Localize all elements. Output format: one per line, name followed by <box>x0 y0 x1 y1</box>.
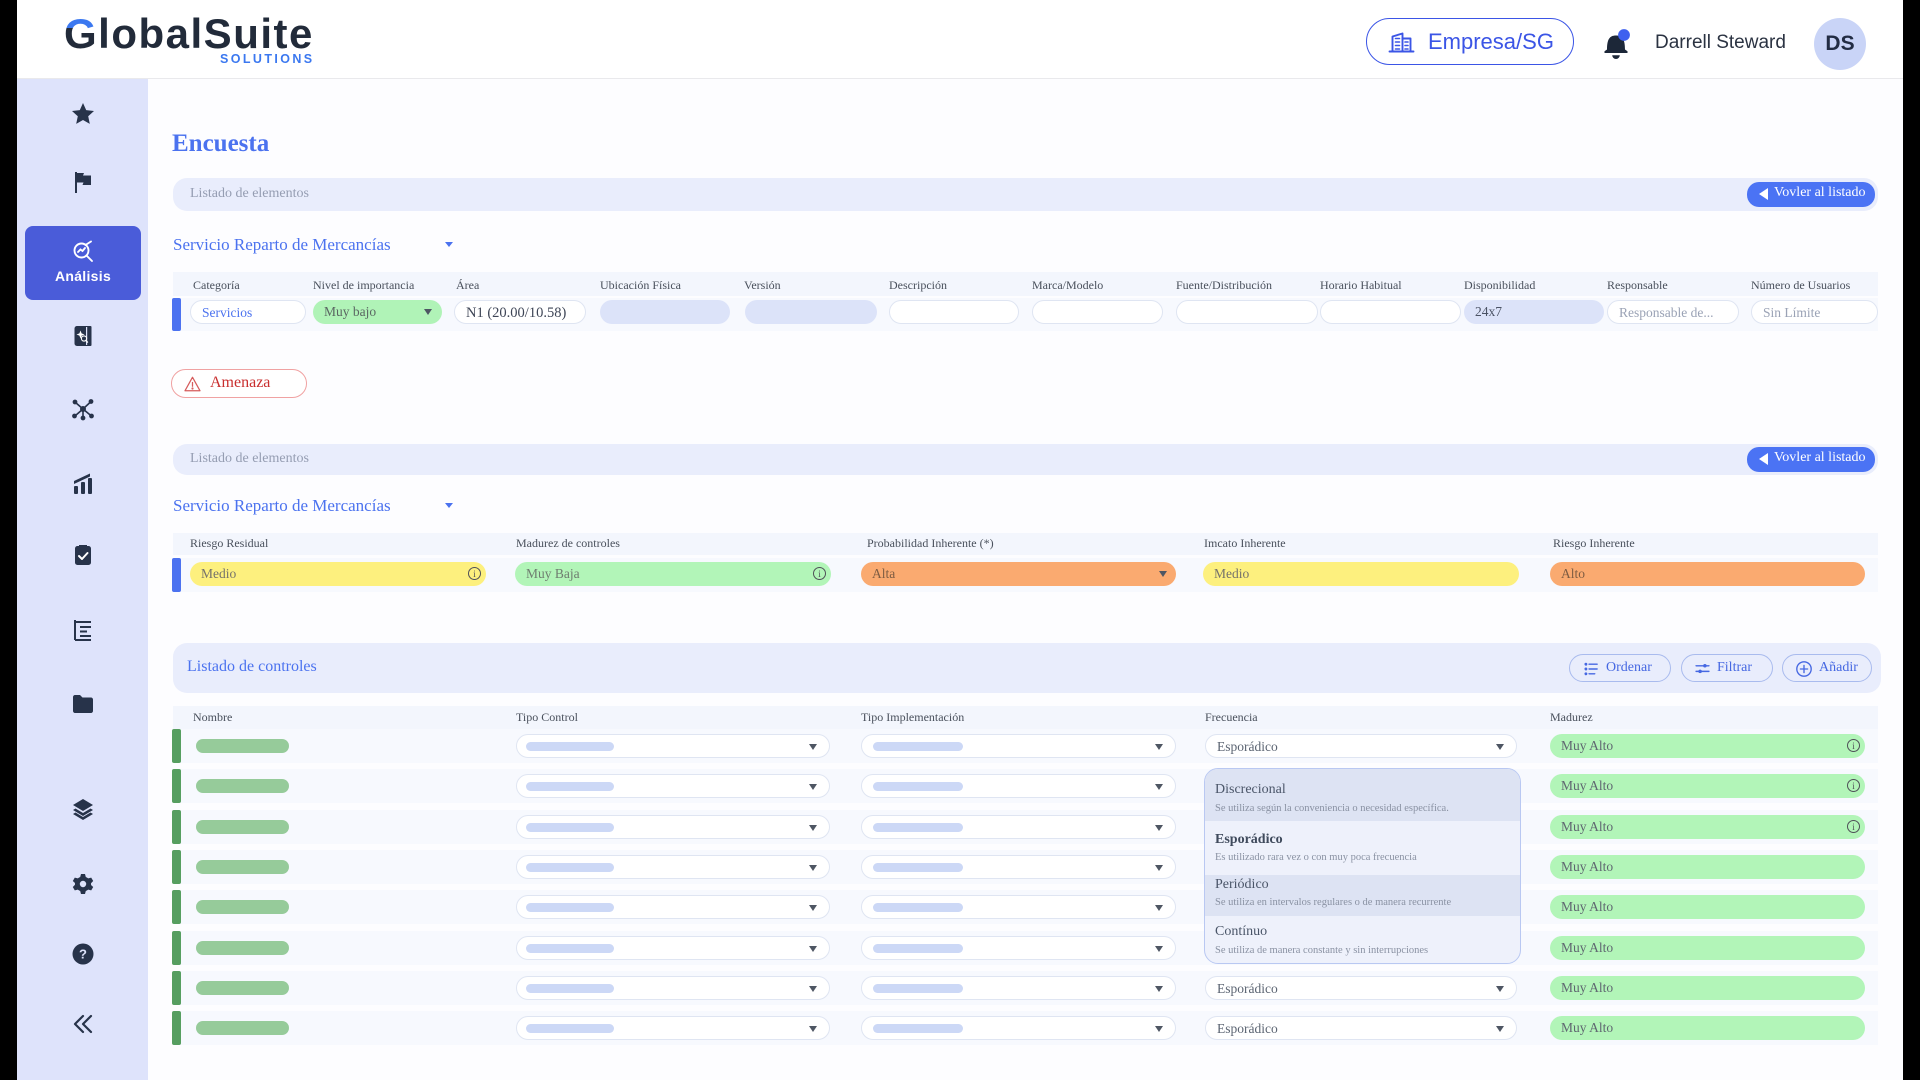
svg-text:?: ? <box>79 947 87 962</box>
